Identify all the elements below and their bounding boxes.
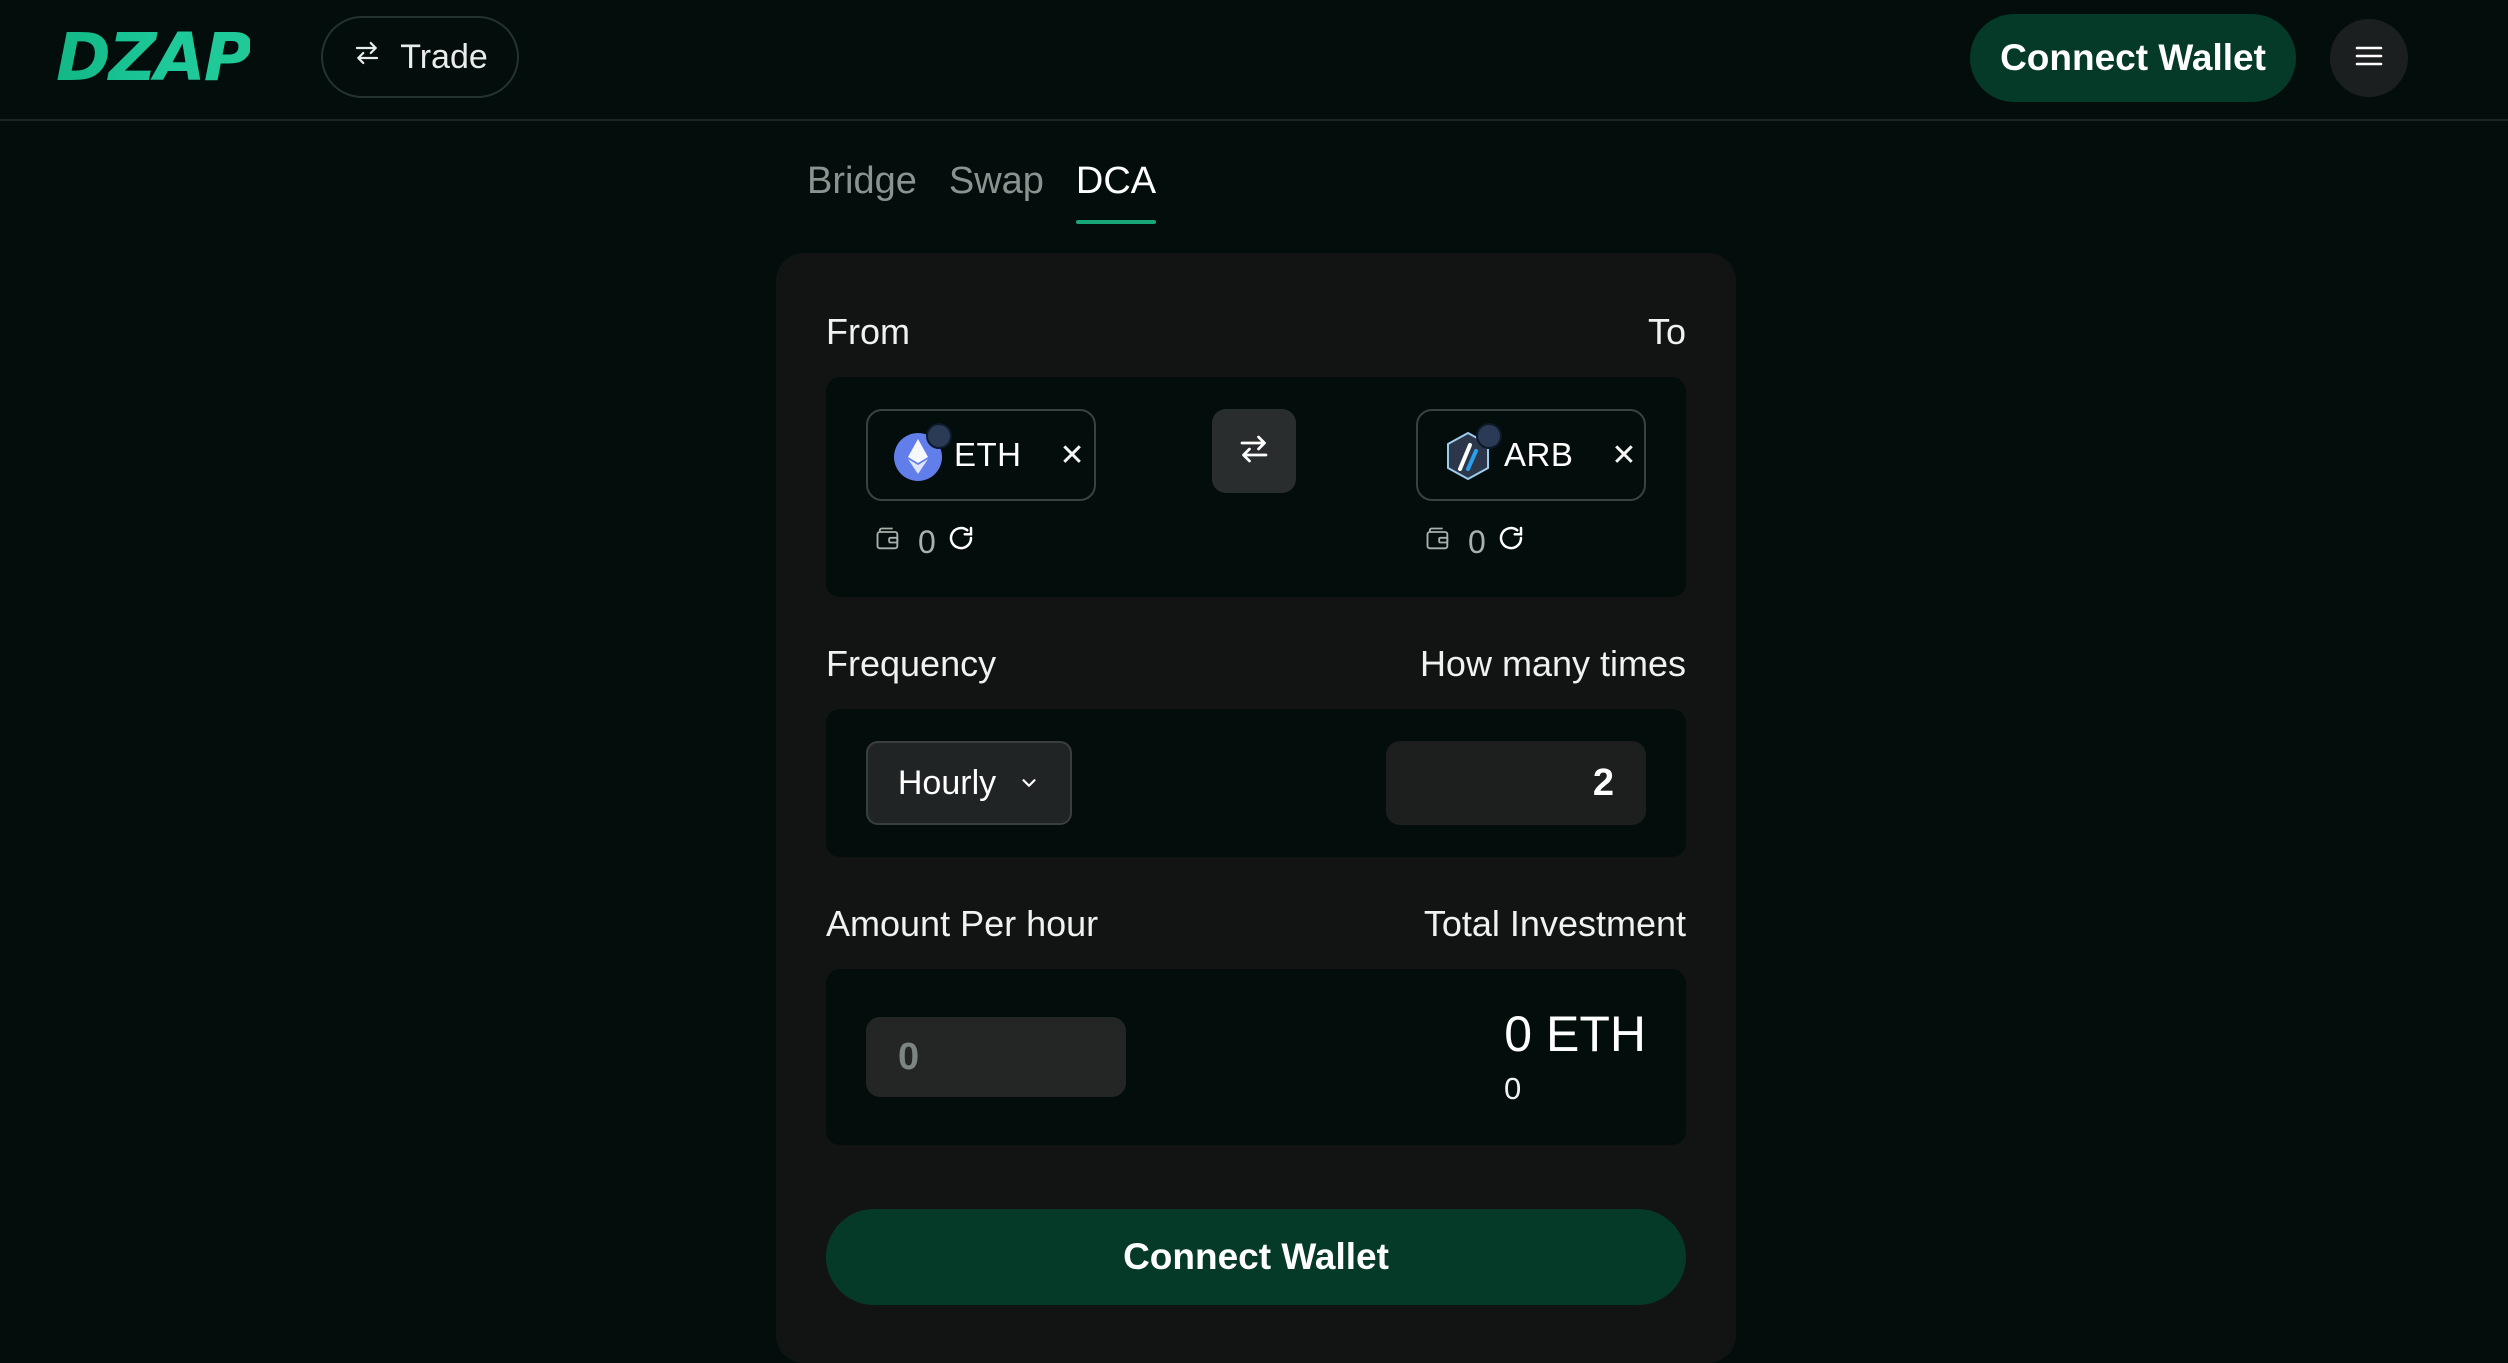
to-balance: 0 [1424,523,1526,561]
clear-from-token-icon[interactable]: ✕ [1060,438,1085,473]
connect-wallet-button-header[interactable]: Connect Wallet [1970,14,2296,102]
tab-dca[interactable]: DCA [1075,160,1157,224]
to-token-symbol: ARB [1504,436,1574,473]
top-header: DZAP Trade Connect Wallet [0,0,2508,121]
tab-swap[interactable]: Swap [949,160,1044,224]
frequency-label: Frequency [826,643,997,684]
dca-card: From To ETH ✕ ARB ✕ 0 0 Frequency How ma… [776,253,1736,1363]
hamburger-menu-button[interactable] [2330,19,2408,97]
ethereum-icon [892,423,952,481]
to-label: To [1647,311,1686,352]
frequency-value: Hourly [897,763,997,802]
wallet-icon [874,524,902,561]
chevron-down-icon [1018,764,1040,803]
swap-arrows-icon [352,38,382,77]
swap-arrows-icon [1236,431,1272,472]
arbitrum-icon [1442,423,1502,481]
trade-mode-tabs: Bridge Swap DCA [807,160,1157,224]
frequency-panel: Hourly [826,709,1686,857]
logo-text: DZAP [56,19,252,96]
from-token-selector[interactable]: ETH ✕ [866,409,1096,501]
refresh-icon[interactable] [946,523,976,561]
from-label: From [826,311,910,352]
frequency-dropdown[interactable]: Hourly [866,741,1072,825]
refresh-icon[interactable] [1496,523,1526,561]
to-token-selector[interactable]: ARB ✕ [1416,409,1646,501]
to-balance-value: 0 [1468,523,1486,560]
how-many-times-input[interactable] [1386,741,1646,825]
tab-bridge[interactable]: Bridge [807,160,917,224]
dzap-logo[interactable]: DZAP [56,24,272,92]
from-balance-value: 0 [918,523,936,560]
token-pair-panel: ETH ✕ ARB ✕ 0 0 [826,377,1686,597]
from-balance: 0 [874,523,976,561]
connect-wallet-button[interactable]: Connect Wallet [826,1209,1686,1305]
wallet-icon [1424,524,1452,561]
amount-panel: 0 ETH 0 [826,969,1686,1145]
amount-per-hour-input[interactable] [866,1017,1126,1097]
swap-direction-button[interactable] [1212,409,1296,493]
trade-label: Trade [400,37,488,76]
total-investment-usd-value: 0 [1504,1071,1522,1106]
menu-icon [2354,43,2384,74]
amount-per-hour-label: Amount Per hour [826,903,1099,944]
trade-button[interactable]: Trade [321,16,519,98]
arbitrum-chain-badge-icon [926,423,952,449]
total-investment-value: 0 ETH [1504,1006,1646,1062]
arbitrum-chain-badge-icon [1476,423,1502,449]
total-investment-label: Total Investment [1423,903,1686,944]
from-token-symbol: ETH [954,436,1022,473]
how-many-times-label: How many times [1419,643,1686,684]
clear-to-token-icon[interactable]: ✕ [1611,438,1636,473]
